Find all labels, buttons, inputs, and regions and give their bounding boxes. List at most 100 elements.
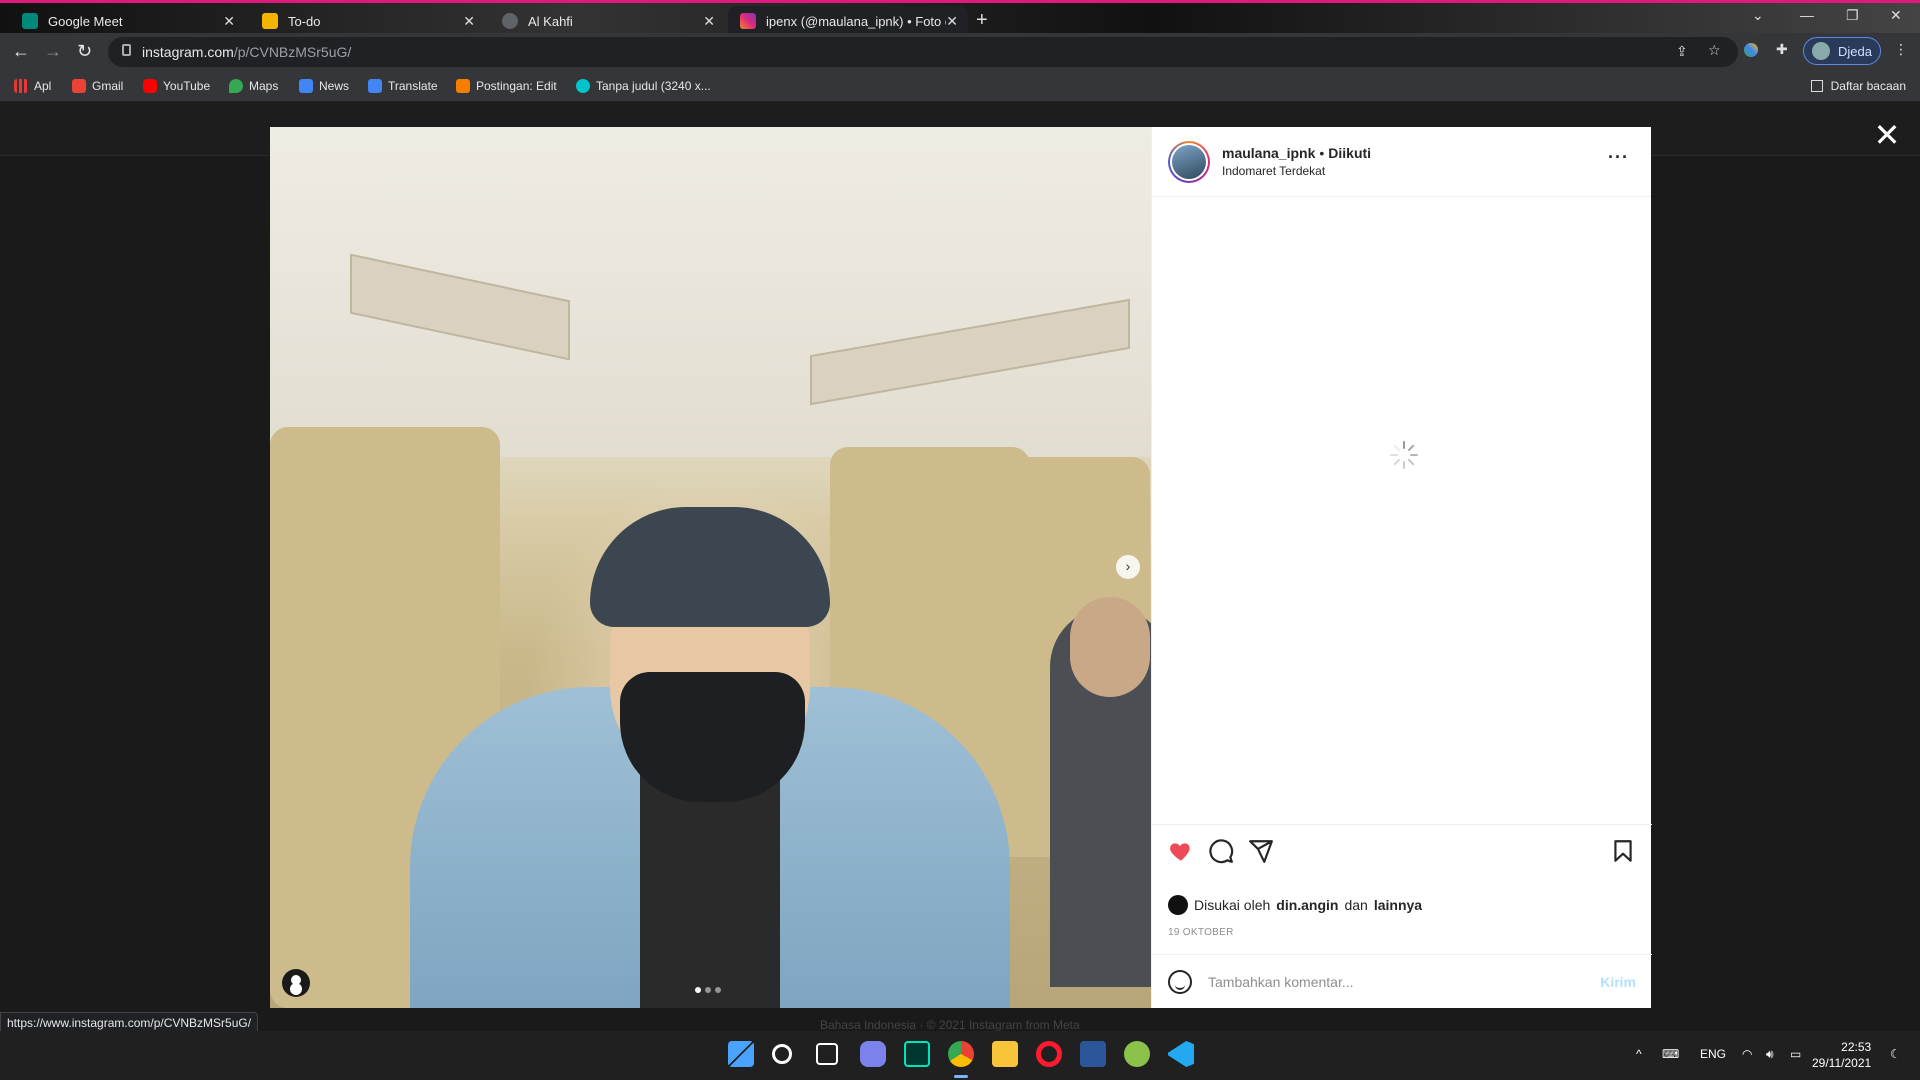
language-indicator[interactable]: ENG — [1700, 1047, 1726, 1061]
file-explorer-icon[interactable] — [992, 1041, 1018, 1067]
reload-button[interactable]: ↻ — [77, 41, 92, 62]
task-view-icon[interactable] — [816, 1043, 838, 1065]
gmail-icon — [72, 79, 86, 93]
word-icon[interactable] — [1080, 1041, 1106, 1067]
heart-icon[interactable] — [1168, 838, 1194, 864]
reading-list-button[interactable]: Daftar bacaan — [1810, 79, 1906, 93]
chrome-icon[interactable] — [948, 1041, 974, 1067]
vscode-icon[interactable] — [1168, 1041, 1194, 1067]
close-window-button[interactable]: ✕ — [1890, 7, 1902, 24]
post-photo[interactable]: › — [270, 127, 1151, 1008]
tab-to-do[interactable]: To-do ✕ — [250, 6, 485, 36]
bookmark-translate[interactable]: Translate — [368, 79, 438, 93]
follow-status-button[interactable]: Diikuti — [1328, 145, 1371, 161]
lock-icon[interactable] — [122, 44, 131, 56]
tagged-user-icon[interactable] — [282, 969, 310, 997]
share-direct-icon[interactable] — [1248, 838, 1274, 864]
bookmark-apl[interactable]: Apl — [14, 79, 51, 93]
keyboard-icon[interactable]: ⌨ — [1662, 1047, 1679, 1061]
tab-search-icon[interactable]: ⌄ — [1752, 7, 1764, 24]
profile-label: Djeda — [1838, 43, 1872, 59]
restore-button[interactable]: ❐ — [1846, 7, 1859, 24]
active-app-indicator — [954, 1075, 968, 1078]
url-text[interactable]: instagram.com/p/CVNBzMSr5uG/ — [142, 44, 351, 60]
bookmark-news[interactable]: News — [299, 79, 349, 93]
liked-by-prefix: Disukai oleh — [1194, 897, 1271, 913]
blogger-icon — [456, 79, 470, 93]
bookmarks-bar: Apl Gmail YouTube Maps News Translate Po… — [0, 71, 1920, 102]
bookmark-tanpa-judul[interactable]: Tanpa judul (3240 x... — [576, 79, 711, 93]
close-modal-button[interactable]: ✕ — [1872, 119, 1902, 151]
status-bar-url: https://www.instagram.com/p/CVNBzMSr5uG/ — [0, 1012, 259, 1032]
close-tab-icon[interactable]: ✕ — [703, 13, 715, 30]
photo-mask — [620, 672, 805, 802]
clock-time: 22:53 — [1841, 1040, 1872, 1054]
liker-username-link[interactable]: din.angin — [1276, 897, 1338, 913]
bookmark-youtube[interactable]: YouTube — [143, 79, 210, 93]
carousel-next-button[interactable]: › — [1116, 555, 1140, 579]
share-icon[interactable]: ⇪ — [1676, 43, 1694, 61]
show-hidden-icons-icon[interactable]: ^ — [1636, 1047, 1642, 1061]
bookmark-star-icon[interactable]: ☆ — [1708, 42, 1726, 60]
toolbar: ← → ↻ instagram.com/p/CVNBzMSr5uG/ ⇪ ☆ ✚… — [0, 33, 1920, 71]
comment-bar: Kirim — [1152, 954, 1652, 1008]
more-options-icon[interactable]: ··· — [1608, 147, 1629, 168]
page-footer: Bahasa Indonesia · © 2021 Instagram from… — [820, 1018, 1080, 1032]
avatar — [1172, 144, 1206, 179]
extension-icon[interactable] — [1744, 43, 1758, 57]
bookmark-maps[interactable]: Maps — [229, 79, 278, 93]
close-tab-icon[interactable]: ✕ — [946, 13, 958, 30]
tab-google-meet[interactable]: Google Meet ✕ — [10, 6, 245, 36]
close-tab-icon[interactable]: ✕ — [463, 13, 475, 30]
minimize-button[interactable]: — — [1800, 7, 1814, 23]
bookmark-label: Apl — [34, 79, 52, 93]
bookmark-gmail[interactable]: Gmail — [72, 79, 123, 93]
photo-cap — [590, 507, 830, 627]
username-link[interactable]: maulana_ipnk — [1222, 145, 1315, 161]
post-date[interactable]: 19 OKTOBER — [1168, 927, 1234, 938]
tab-title: ipenx (@maulana_ipnk) • Foto da — [766, 13, 946, 29]
menu-kebab-icon[interactable]: ⋮ — [1894, 41, 1912, 59]
youtube-icon — [143, 79, 157, 93]
photo-passenger-head — [1070, 597, 1150, 697]
extensions-puzzle-icon[interactable]: ✚ — [1776, 41, 1794, 59]
money-app-icon[interactable] — [1124, 1041, 1150, 1067]
back-button[interactable]: ← — [12, 41, 30, 62]
story-ring-avatar[interactable] — [1168, 140, 1210, 183]
likes-others-link[interactable]: lainnya — [1374, 897, 1422, 913]
bookmark-postingan[interactable]: Postingan: Edit — [456, 79, 557, 93]
close-tab-icon[interactable]: ✕ — [223, 13, 235, 30]
bookmark-label: Maps — [249, 79, 279, 93]
new-tab-button[interactable]: + — [976, 9, 988, 32]
bookmark-label: Gmail — [92, 79, 124, 93]
tab-instagram[interactable]: ipenx (@maulana_ipnk) • Foto da ✕ — [728, 6, 968, 36]
profile-button[interactable]: Djeda — [1803, 37, 1881, 65]
tab-title: Al Kahfi — [528, 13, 573, 29]
tab-al-kahfi[interactable]: Al Kahfi ✕ — [490, 6, 725, 36]
url-host: instagram.com — [142, 44, 234, 60]
opera-icon[interactable] — [1036, 1041, 1062, 1067]
post-comment-button[interactable]: Kirim — [1600, 974, 1636, 990]
volume-icon[interactable]: 🔊︎ — [1766, 1047, 1774, 1062]
wifi-icon[interactable]: ◠ — [1742, 1047, 1752, 1061]
address-bar[interactable]: instagram.com/p/CVNBzMSr5uG/ ⇪ ☆ — [108, 37, 1738, 67]
start-icon[interactable] — [728, 1041, 754, 1067]
liker-avatar[interactable] — [1168, 895, 1188, 915]
location-link[interactable]: Indomaret Terdekat — [1222, 164, 1371, 178]
notification-moon-icon[interactable]: ☾ — [1890, 1047, 1901, 1061]
teams-chat-icon[interactable] — [860, 1041, 886, 1067]
apps-grid-icon — [14, 79, 28, 93]
battery-icon[interactable]: ▭ — [1790, 1047, 1801, 1061]
forward-button[interactable]: → — [44, 41, 62, 62]
avatar — [1812, 42, 1830, 60]
carousel-dot — [715, 987, 721, 993]
save-bookmark-icon[interactable] — [1610, 838, 1636, 864]
audition-icon[interactable] — [904, 1041, 930, 1067]
system-clock[interactable]: 22:53 29/11/2021 — [1812, 1039, 1871, 1071]
emoji-icon[interactable] — [1168, 969, 1192, 994]
likes-summary: Disukai oleh din.angin dan lainnya — [1168, 895, 1422, 915]
comment-input[interactable] — [1208, 973, 1601, 990]
search-icon[interactable] — [772, 1044, 792, 1064]
google-meet-icon — [22, 13, 38, 29]
comment-icon[interactable] — [1208, 838, 1234, 864]
